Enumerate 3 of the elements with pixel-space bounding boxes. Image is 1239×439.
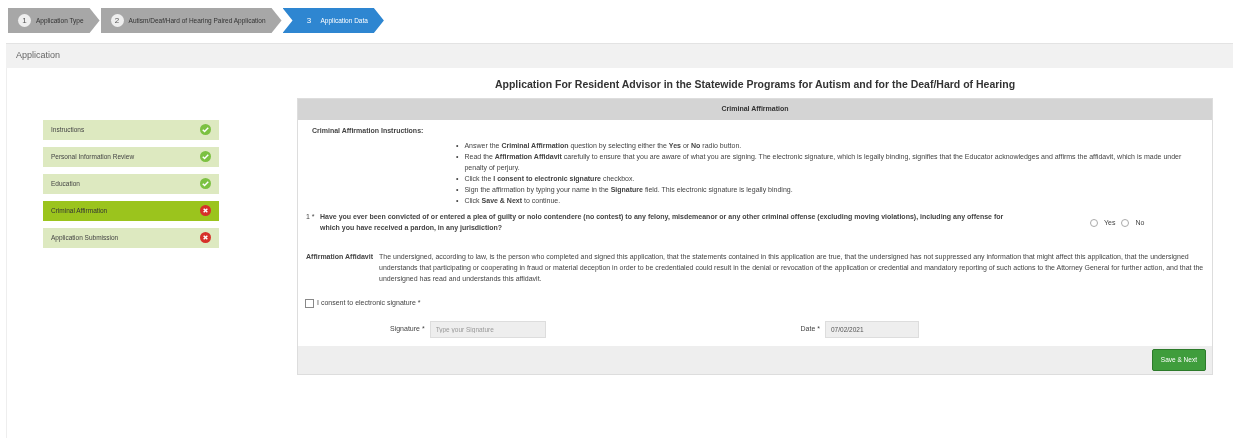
page-header: Application xyxy=(6,43,1233,68)
page-title: Application For Resident Advisor in the Statewide Programs for Autism and for the Deaf/Hard of Hearing xyxy=(493,76,1017,92)
consent-checkbox[interactable] xyxy=(305,299,314,308)
